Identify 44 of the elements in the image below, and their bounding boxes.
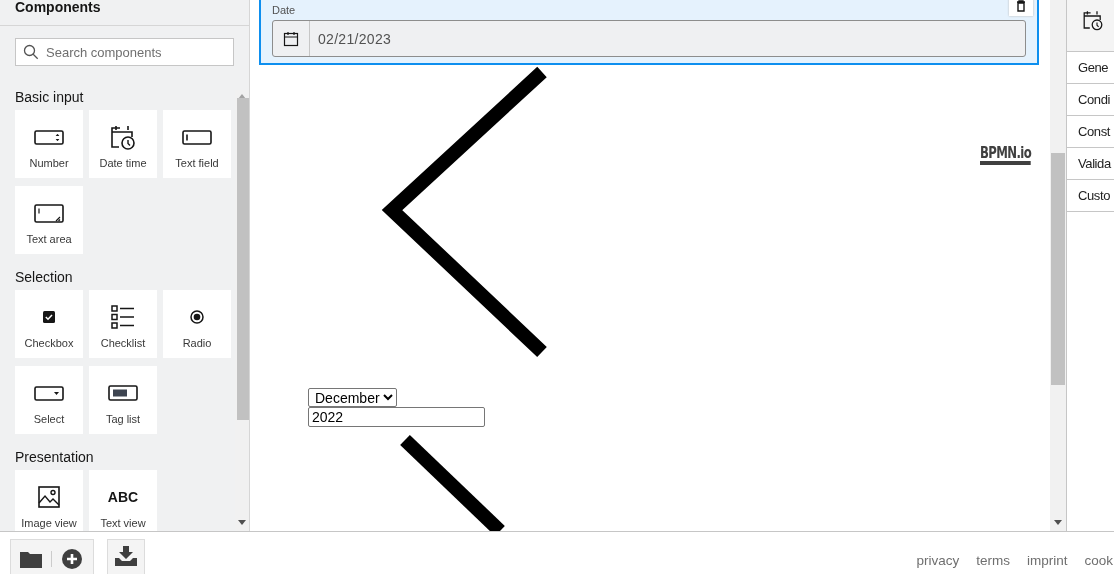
component-tile[interactable]: Text area: [15, 186, 83, 254]
field-label: Date: [272, 5, 296, 16]
date-input[interactable]: 02/21/2023: [272, 20, 1026, 57]
component-tile[interactable]: Image view: [15, 470, 83, 531]
scrollbar[interactable]: [1050, 0, 1066, 531]
property-group-header[interactable]: Valida: [1067, 148, 1114, 180]
group-title: Presentation: [15, 449, 95, 465]
date-form-field[interactable]: Date 02/21/2023: [259, 0, 1039, 65]
calendar-clock-icon: [108, 124, 138, 150]
footer-link[interactable]: imprint: [1026, 553, 1068, 568]
group-title: Basic input: [15, 90, 85, 105]
year-input[interactable]: 2022: [308, 407, 485, 427]
month-select[interactable]: December: [308, 388, 397, 407]
component-tile[interactable]: Text field: [163, 110, 231, 178]
component-tile[interactable]: Checkbox: [15, 290, 83, 358]
footer-link[interactable]: terms: [976, 553, 1010, 568]
calendar-icon: [283, 30, 299, 47]
plus-circle-icon: [62, 549, 83, 569]
folder-icon: [19, 550, 42, 568]
component-tile[interactable]: ABC Text view: [89, 470, 157, 531]
delete-button[interactable]: [1009, 0, 1033, 16]
trash-icon: [1016, 0, 1026, 12]
download-icon: [115, 546, 137, 566]
scroll-down-icon: [1054, 520, 1062, 525]
group-title: Selection: [15, 269, 74, 285]
component-tile[interactable]: Tag list: [89, 366, 157, 434]
abc-icon: ABC: [107, 484, 139, 510]
component-tile[interactable]: Checklist: [89, 290, 157, 358]
component-tile[interactable]: Number: [15, 110, 83, 178]
component-tile[interactable]: Select: [15, 366, 83, 434]
search-field[interactable]: Search components: [15, 38, 234, 66]
footer-link[interactable]: cook: [1084, 553, 1113, 568]
property-group-header[interactable]: Gene: [1067, 52, 1114, 84]
component-tile[interactable]: Radio: [163, 290, 231, 358]
chevron-icon: [381, 66, 547, 358]
property-group-header[interactable]: Custo: [1067, 180, 1114, 212]
panel-title: Components: [0, 0, 249, 26]
property-group-header[interactable]: Const: [1067, 116, 1114, 148]
component-tile[interactable]: Date time: [89, 110, 157, 178]
logo-link[interactable]: BPMN.io: [980, 145, 1032, 165]
footer-link[interactable]: privacy: [916, 553, 960, 568]
scroll-down-icon: [238, 520, 246, 525]
property-group-header[interactable]: Condi: [1067, 84, 1114, 116]
download-button[interactable]: [107, 539, 145, 574]
